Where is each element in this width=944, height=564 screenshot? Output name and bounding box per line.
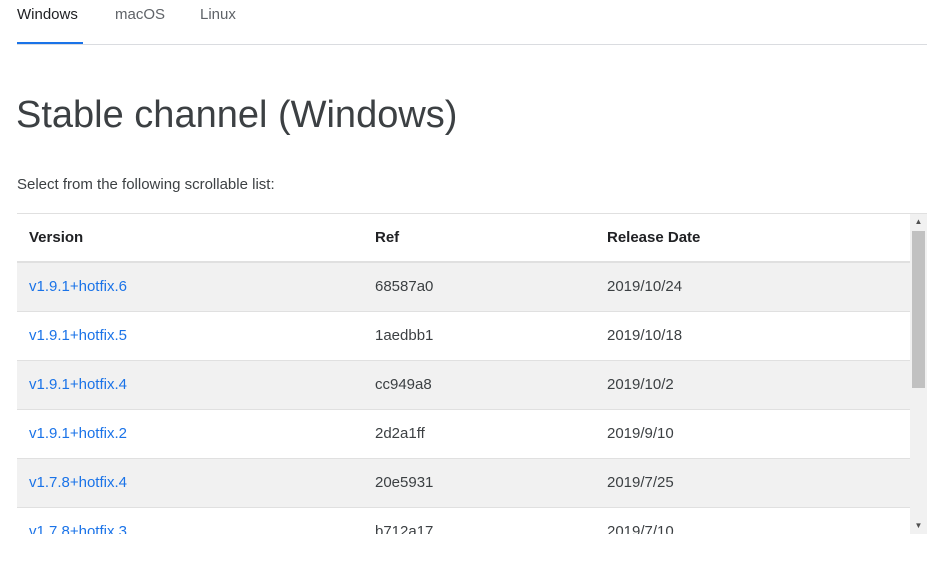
- tab-windows[interactable]: Windows: [17, 0, 83, 44]
- column-header-version: Version: [17, 214, 363, 263]
- ref-cell: 2d2a1ff: [363, 409, 595, 459]
- ref-cell: 68587a0: [363, 262, 595, 312]
- version-link[interactable]: v1.9.1+hotfix.6: [29, 278, 127, 295]
- version-cell: v1.9.1+hotfix.4: [17, 360, 363, 410]
- ref-cell: b712a17: [363, 507, 595, 534]
- version-link[interactable]: v1.9.1+hotfix.5: [29, 327, 127, 344]
- table-row: v1.9.1+hotfix.4 cc949a8 2019/10/2: [17, 360, 910, 410]
- release-date-cell: 2019/7/10: [595, 507, 910, 534]
- table-row: v1.9.1+hotfix.2 2d2a1ff 2019/9/10: [17, 409, 910, 459]
- release-date-cell: 2019/9/10: [595, 409, 910, 459]
- version-cell: v1.7.8+hotfix.3: [17, 507, 363, 534]
- table-row: v1.9.1+hotfix.6 68587a0 2019/10/24: [17, 262, 910, 312]
- version-link[interactable]: v1.9.1+hotfix.2: [29, 425, 127, 442]
- version-link[interactable]: v1.9.1+hotfix.4: [29, 376, 127, 393]
- releases-table-viewport: Version Ref Release Date v1.9.1+hotfix.6…: [17, 214, 910, 534]
- table-row: v1.7.8+hotfix.3 b712a17 2019/7/10: [17, 507, 910, 534]
- page-title: Stable channel (Windows): [16, 94, 458, 136]
- ref-cell: 20e5931: [363, 458, 595, 508]
- release-date-cell: 2019/10/2: [595, 360, 910, 410]
- intro-text: Select from the following scrollable lis…: [17, 176, 275, 193]
- version-cell: v1.7.8+hotfix.4: [17, 458, 363, 508]
- release-date-cell: 2019/7/25: [595, 458, 910, 508]
- tab-macos[interactable]: macOS: [115, 0, 165, 44]
- column-header-ref: Ref: [363, 214, 595, 263]
- releases-table-container[interactable]: Version Ref Release Date v1.9.1+hotfix.6…: [17, 213, 927, 534]
- table-row: v1.9.1+hotfix.5 1aedbb1 2019/10/18: [17, 311, 910, 361]
- release-date-cell: 2019/10/18: [595, 311, 910, 361]
- ref-cell: cc949a8: [363, 360, 595, 410]
- version-link[interactable]: v1.7.8+hotfix.3: [29, 523, 127, 534]
- table-header-row: Version Ref Release Date: [17, 214, 910, 263]
- releases-table: Version Ref Release Date v1.9.1+hotfix.6…: [17, 214, 910, 534]
- tab-linux[interactable]: Linux: [200, 0, 236, 44]
- table-scrollbar[interactable]: ▲ ▼: [910, 214, 927, 534]
- version-cell: v1.9.1+hotfix.6: [17, 262, 363, 312]
- table-row: v1.7.8+hotfix.4 20e5931 2019/7/25: [17, 458, 910, 508]
- version-link[interactable]: v1.7.8+hotfix.4: [29, 474, 127, 491]
- version-cell: v1.9.1+hotfix.5: [17, 311, 363, 361]
- release-date-cell: 2019/10/24: [595, 262, 910, 312]
- column-header-release-date: Release Date: [595, 214, 910, 263]
- ref-cell: 1aedbb1: [363, 311, 595, 361]
- platform-tabs: Windows macOS Linux: [17, 0, 927, 45]
- version-cell: v1.9.1+hotfix.2: [17, 409, 363, 459]
- triangle-down-icon[interactable]: ▼: [910, 518, 927, 534]
- scrollbar-thumb[interactable]: [912, 231, 925, 388]
- triangle-up-icon[interactable]: ▲: [910, 214, 927, 230]
